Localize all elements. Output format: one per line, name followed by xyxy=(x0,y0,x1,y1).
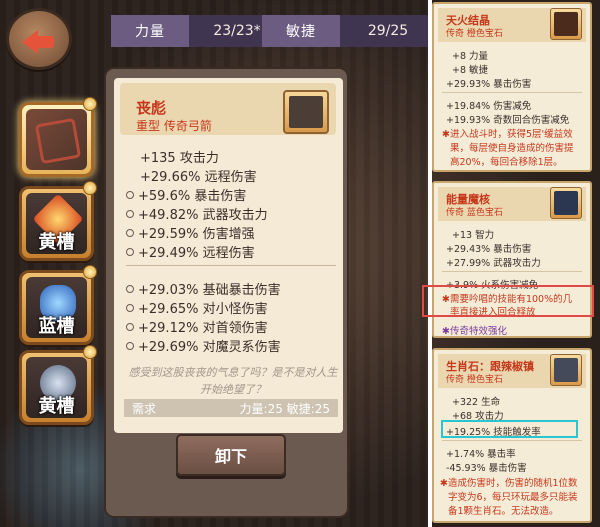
affix-a-2: +49.82% 武器攻击力 xyxy=(126,204,268,223)
highlight-box-cyan xyxy=(441,420,578,438)
panel-effect: 高20%，每回合移除1层。 xyxy=(450,157,563,168)
affix-b-1-text: +29.03% 基础暴击伤害 xyxy=(138,283,281,298)
slot-blue-badge-icon xyxy=(83,265,97,279)
panel-divider xyxy=(442,92,582,93)
requirement-label: 需求 xyxy=(132,401,157,416)
bow-icon xyxy=(34,117,82,165)
affix-b-2: +29.65% 对小怪伤害 xyxy=(126,298,268,317)
affix-a-1: +59.6% 暴击伤害 xyxy=(126,185,246,204)
affix-dot-icon xyxy=(126,323,134,331)
panel-stat: +29.93% 暴击伤害 xyxy=(446,79,532,90)
item-card: 丧彪 重型 传奇弓箭 +135 攻击力 +29.66% 远程伤害 +59.6% … xyxy=(104,67,349,518)
card-divider xyxy=(126,265,336,266)
affix-dot-icon xyxy=(126,304,134,312)
slot-weapon[interactable] xyxy=(19,97,97,177)
affix-b-4: +29.69% 对魔灵系伤害 xyxy=(126,336,281,355)
fire-crystal-icon xyxy=(550,8,582,40)
affix-dot-icon xyxy=(126,210,134,218)
stat-agility-label: 敏捷 xyxy=(262,15,340,47)
panel-stat: +13 智力 xyxy=(452,230,495,241)
panel-stat: +19.84% 伤害减免 xyxy=(446,101,532,112)
panel-effect: 字变为6，每只环玩最多只能装 xyxy=(448,492,578,503)
affix-dot-icon xyxy=(126,342,134,350)
panel-divider xyxy=(442,440,582,441)
panel-stat: +19.93% 奇数回合伤害减免 xyxy=(446,115,570,126)
zodiac-stone-icon xyxy=(550,354,582,386)
requirement-bar: 需求 力量:25 敏捷:25 xyxy=(124,399,338,417)
panel-effect: ✱造成伤害时，伤害的随机1位数 xyxy=(440,478,578,489)
slot-yellow-2-label: 黄槽 xyxy=(38,396,75,417)
energy-core-icon xyxy=(550,187,582,219)
affix-a-1-text: +59.6% 暴击伤害 xyxy=(138,189,247,204)
affix-a-3: +29.59% 伤害增强 xyxy=(126,223,255,242)
affix-b-3: +29.12% 对首领伤害 xyxy=(126,317,268,336)
item-title: 丧彪 xyxy=(136,99,167,117)
stat-strength: 力量 23/23* xyxy=(111,15,285,47)
panel-divider xyxy=(442,271,582,272)
slot-yellow-1[interactable]: 黄槽 xyxy=(19,181,97,261)
stat-agility-value: 29/25 xyxy=(340,15,436,47)
requirement-value: 力量:25 敏捷:25 xyxy=(239,401,330,416)
slot-blue[interactable]: 蓝槽 xyxy=(19,265,97,345)
panel-stat: +1.74% 暴击率 xyxy=(446,449,516,460)
panel-stat: +29.43% 暴击伤害 xyxy=(446,244,532,255)
panel-effect: ✱进入战斗时，获得5层'缓益效 xyxy=(442,129,573,140)
zodiac-stone-icon-inner xyxy=(554,358,578,382)
affix-a-4-text: +29.49% 远程伤害 xyxy=(138,246,255,261)
affix-b-3-text: +29.12% 对首领伤害 xyxy=(138,321,268,336)
fire-crystal-icon-inner xyxy=(554,12,578,36)
slot-yellow-1-label: 黄槽 xyxy=(38,232,75,253)
panel-legend: ✱传奇特效强化 xyxy=(442,326,507,337)
affix-dot-icon xyxy=(126,229,134,237)
affix-dot-icon xyxy=(126,191,134,199)
slot-weapon-badge-icon xyxy=(83,97,97,111)
panel-stat: +322 生命 xyxy=(452,397,501,408)
panel-subtitle: 传奇 蓝色宝石 xyxy=(446,208,503,218)
affix-b-4-text: +29.69% 对魔灵系伤害 xyxy=(138,340,281,355)
item-flavor-text: 感受到这股丧丧的气息了吗？是不是对人生开始绝望了？ xyxy=(128,366,338,396)
panel-stat: -45.93% 暴击伤害 xyxy=(446,463,527,474)
base-stat-2: +29.66% 远程伤害 xyxy=(140,170,257,185)
panel-effect: 备1颗生肖石。无法改造。 xyxy=(448,506,559,517)
highlight-box-red xyxy=(422,285,594,317)
panel-stat: +8 力量 xyxy=(452,51,489,62)
affix-b-2-text: +29.65% 对小怪伤害 xyxy=(138,302,268,317)
slot-blue-label: 蓝槽 xyxy=(38,316,75,337)
affix-b-1: +29.03% 基础暴击伤害 xyxy=(126,279,281,298)
panel-stat: +27.99% 武器攻击力 xyxy=(446,258,541,269)
affix-dot-icon xyxy=(126,248,134,256)
item-icon xyxy=(283,90,329,134)
panel-subtitle: 传奇 橙色宝石 xyxy=(446,29,503,39)
slot-yellow-2[interactable]: 黄槽 xyxy=(19,345,97,425)
affix-a-2-text: +49.82% 武器攻击力 xyxy=(138,208,268,223)
panel-effect: 果，每层使自身造成的伤害提 xyxy=(450,143,574,154)
panel-subtitle: 传奇 橙色宝石 xyxy=(446,375,503,385)
affix-a-4: +29.49% 远程伤害 xyxy=(126,242,255,261)
unequip-button[interactable]: 卸下 xyxy=(176,434,286,476)
slot-yellow-2-badge-icon xyxy=(83,345,97,359)
base-stat-1: +135 攻击力 xyxy=(140,151,219,166)
affix-a-3-text: +29.59% 伤害增强 xyxy=(138,227,255,242)
affix-dot-icon xyxy=(126,285,134,293)
stat-agility: 敏捷 29/25 xyxy=(262,15,436,47)
back-button[interactable] xyxy=(6,8,72,70)
stat-strength-label: 力量 xyxy=(111,15,189,47)
panel-stat: +8 敏捷 xyxy=(452,65,489,76)
energy-core-icon-inner xyxy=(554,191,578,215)
gem-panel-fire-crystal: 天火结晶 传奇 橙色宝石 +8 力量 +8 敏捷 +29.93% 暴击伤害 +1… xyxy=(432,2,592,172)
back-arrow-bar xyxy=(36,36,54,48)
item-subtitle: 重型 传奇弓箭 xyxy=(136,119,212,133)
slot-yellow-1-badge-icon xyxy=(83,181,97,195)
bow-icon xyxy=(289,96,323,128)
